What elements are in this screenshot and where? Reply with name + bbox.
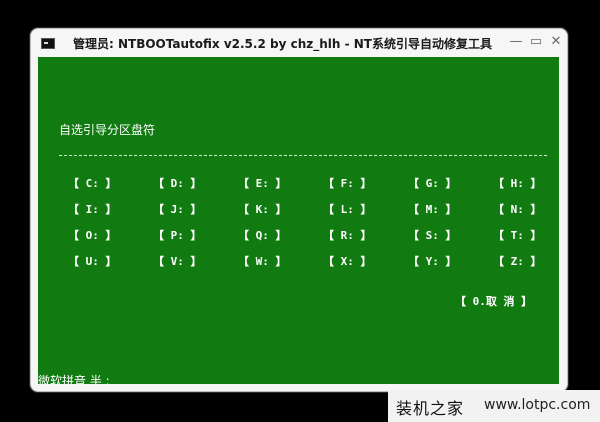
drive-option-n[interactable]: 【 N: 】: [493, 201, 542, 217]
drive-option-g[interactable]: 【 G: 】: [408, 175, 457, 191]
window-title: 管理员: NTBOOTautofix v2.5.2 by chz_hlh - N…: [73, 37, 492, 51]
drive-option-o[interactable]: 【 O: 】: [68, 227, 117, 243]
drive-option-p[interactable]: 【 P: 】: [153, 227, 202, 243]
drive-option-f[interactable]: 【 F: 】: [323, 175, 372, 191]
drive-option-u[interactable]: 【 U: 】: [68, 253, 117, 269]
drive-option-x[interactable]: 【 X: 】: [323, 253, 372, 269]
drive-row: 【 O: 】 【 P: 】 【 Q: 】 【 R: 】 【 S: 】 【 T: …: [68, 227, 542, 243]
drive-option-q[interactable]: 【 Q: 】: [238, 227, 287, 243]
drive-option-w[interactable]: 【 W: 】: [238, 253, 287, 269]
drive-option-e[interactable]: 【 E: 】: [238, 175, 287, 191]
drive-option-i[interactable]: 【 I: 】: [68, 201, 117, 217]
drive-option-c[interactable]: 【 C: 】: [68, 175, 117, 191]
drive-option-m[interactable]: 【 M: 】: [408, 201, 457, 217]
minimize-button[interactable]: —: [508, 34, 524, 50]
drive-option-r[interactable]: 【 R: 】: [323, 227, 372, 243]
watermark: 装机之家 www.lotpc.com: [388, 390, 600, 422]
drive-option-y[interactable]: 【 Y: 】: [408, 253, 457, 269]
cancel-option[interactable]: 【 0.取 消 】: [455, 293, 532, 309]
drive-option-l[interactable]: 【 L: 】: [323, 201, 372, 217]
console-window: 管理员: NTBOOTautofix v2.5.2 by chz_hlh - N…: [30, 28, 568, 392]
drive-option-k[interactable]: 【 K: 】: [238, 201, 287, 217]
close-button[interactable]: ✕: [548, 34, 564, 50]
drive-option-t[interactable]: 【 T: 】: [493, 227, 542, 243]
console-icon[interactable]: [41, 38, 55, 49]
drive-option-v[interactable]: 【 V: 】: [153, 253, 202, 269]
title-bar[interactable]: 管理员: NTBOOTautofix v2.5.2 by chz_hlh - N…: [31, 29, 567, 57]
drive-option-d[interactable]: 【 D: 】: [153, 175, 202, 191]
watermark-brand: 装机之家: [396, 399, 465, 418]
drive-option-h[interactable]: 【 H: 】: [493, 175, 542, 191]
drive-row: 【 I: 】 【 J: 】 【 K: 】 【 L: 】 【 M: 】 【 N: …: [68, 201, 542, 217]
ime-status: 微软拼音 半 :: [38, 374, 110, 384]
drive-row: 【 C: 】 【 D: 】 【 E: 】 【 F: 】 【 G: 】 【 H: …: [68, 175, 542, 191]
console-area[interactable]: 自选引导分区盘符 【 C: 】 【 D: 】 【 E: 】 【 F: 】 【 G…: [38, 57, 559, 384]
drive-option-z[interactable]: 【 Z: 】: [493, 253, 542, 269]
drive-option-j[interactable]: 【 J: 】: [153, 201, 202, 217]
drive-option-s[interactable]: 【 S: 】: [408, 227, 457, 243]
maximize-button[interactable]: ▭: [528, 34, 544, 50]
dashed-divider: [59, 155, 547, 156]
drive-row: 【 U: 】 【 V: 】 【 W: 】 【 X: 】 【 Y: 】 【 Z: …: [68, 253, 542, 269]
drive-select-heading: 自选引导分区盘符: [59, 123, 156, 137]
watermark-url: www.lotpc.com: [484, 397, 591, 413]
